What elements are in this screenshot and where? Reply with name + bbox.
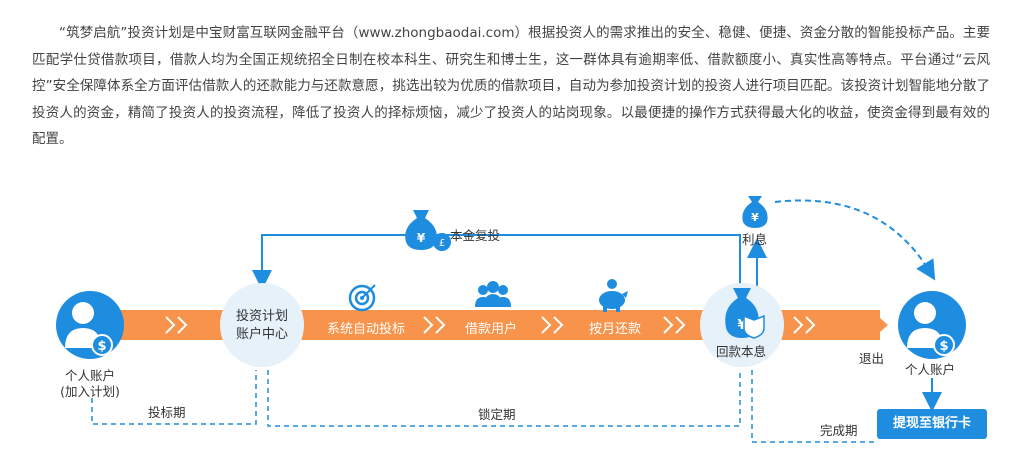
intro-paragraph: “筑梦启航”投资计划是中宝财富互联网金融平台（www.zhongbaodai.c… (32, 25, 990, 147)
period-lock: 锁定期 (478, 407, 516, 422)
users-icon (475, 281, 511, 307)
interest-label: 利息 (742, 232, 768, 247)
step-auto-bid: 系统自动投标 (327, 322, 406, 337)
interest-money-bag-icon: ¥ (742, 196, 768, 228)
step-monthly-repay: 按月还款 (589, 322, 642, 337)
right-person-circle (898, 291, 966, 359)
target-icon (348, 284, 376, 312)
shield-icon (743, 314, 765, 339)
investment-flow-diagram: $ ¥ ¥ £ ¥ $ 投资计划 账户中心 系统自动投标 借款用户 按月还款 回… (0, 180, 1012, 464)
svg-text:$: $ (97, 339, 106, 354)
period-done: 完成期 (820, 423, 858, 438)
return-node-label: 回款本息 (716, 344, 767, 359)
right-person-label: 个人账户 (905, 362, 956, 377)
svg-text:$: $ (939, 339, 948, 354)
exit-label: 退出 (859, 351, 885, 366)
withdraw-to-bank-button[interactable]: 提现至银行卡 (877, 409, 987, 439)
interest-dashed (774, 199, 936, 281)
period-bid: 投标期 (148, 405, 186, 420)
center-node-label: 投资计划 账户中心 (235, 309, 288, 342)
left-person-label: 个人账户 (加入计划) (60, 368, 120, 399)
svg-text:¥: ¥ (417, 231, 426, 245)
reinvest-label: 本金复投 (450, 228, 501, 243)
piggy-bank-icon (599, 279, 628, 312)
reinvest-money-bag-icon: ¥ £ (405, 210, 451, 251)
svg-text:£: £ (439, 238, 445, 249)
step-borrowers: 借款用户 (465, 322, 518, 337)
left-person-circle (56, 291, 124, 359)
svg-text:¥: ¥ (751, 211, 759, 224)
